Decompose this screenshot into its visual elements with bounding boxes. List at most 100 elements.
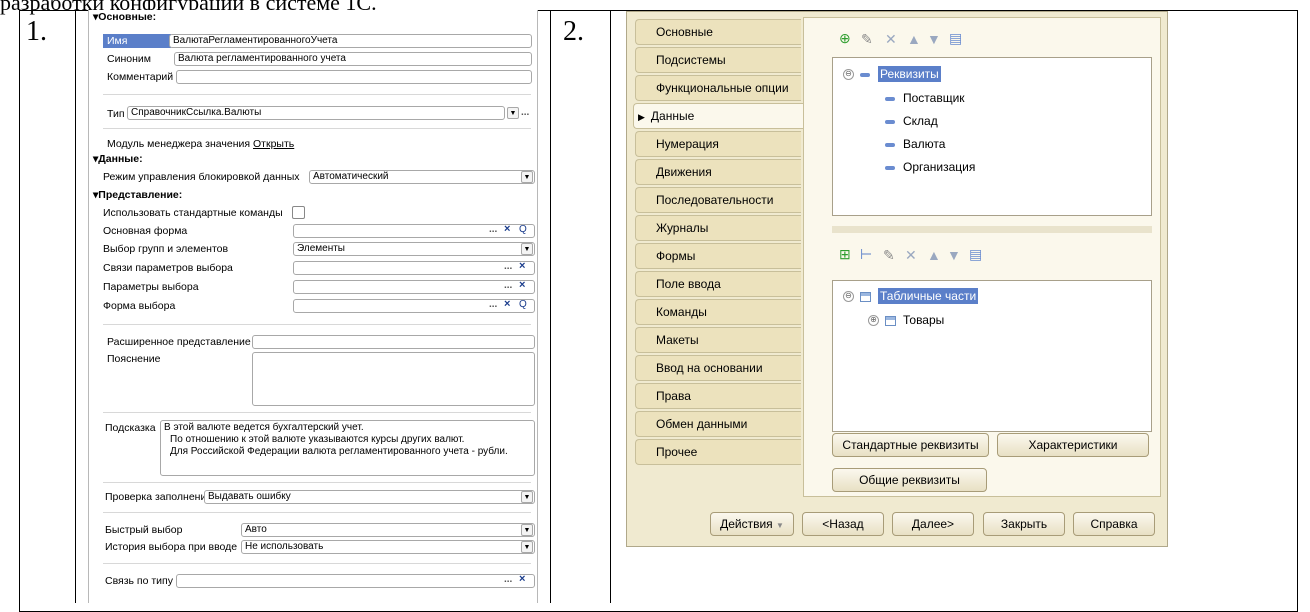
type-dropdown-button[interactable]: ▼ (507, 107, 519, 119)
hint-field[interactable]: В этой валюте ведется бухгалтерский учет… (160, 420, 535, 476)
move-up-icon[interactable]: ▲ (907, 31, 921, 47)
tab-forms[interactable]: Формы (635, 243, 801, 269)
tab-sequences[interactable]: Последовательности (635, 187, 801, 213)
next-button[interactable]: Далее> (892, 512, 974, 536)
delete-icon[interactable]: ✕ (905, 247, 917, 264)
main-form-clear-icon[interactable]: × (504, 223, 510, 235)
attributes-root[interactable]: ⊖ Реквизиты (843, 66, 941, 82)
edit-icon[interactable]: ✎ (861, 31, 873, 48)
tab-data[interactable]: ▶ Данные (633, 103, 803, 129)
actions-button[interactable]: Действия ▼ (710, 512, 794, 536)
std-commands-checkbox[interactable] (292, 206, 305, 219)
link-type-clear-icon[interactable]: × (519, 573, 525, 585)
splitter[interactable] (832, 226, 1152, 233)
hint-line: Для Российской Федерации валюта регламен… (170, 446, 508, 457)
tab-numbering[interactable]: Нумерация (635, 131, 801, 157)
link-type-field[interactable] (176, 574, 535, 588)
lock-mode-dropdown-button[interactable]: ▼ (521, 171, 533, 183)
name-field[interactable]: ВалютаРегламентированногоУчета (169, 34, 532, 48)
back-button[interactable]: <Назад (802, 512, 884, 536)
tab-functional-options[interactable]: Функциональные опции (635, 75, 801, 101)
attribute-item[interactable]: Организация (885, 160, 975, 174)
expand-icon[interactable]: ⊕ (868, 315, 879, 327)
quick-choice-field[interactable]: Авто (241, 523, 535, 537)
choice-links-clear-icon[interactable]: × (519, 260, 525, 272)
tab-subsystems[interactable]: Подсистемы (635, 47, 801, 73)
main-form-field[interactable] (293, 224, 535, 238)
link-type-select-button[interactable]: ... (504, 574, 512, 585)
tab-rights[interactable]: Права (635, 383, 801, 409)
group-choice-field[interactable]: Элементы (293, 242, 535, 256)
tab-input-basis[interactable]: Ввод на основании (635, 355, 801, 381)
choice-form-open-icon[interactable]: Q (519, 299, 527, 310)
tabular-parts-root-label: Табличные части (878, 288, 979, 304)
choice-links-select-button[interactable]: ... (504, 261, 512, 272)
move-down-icon[interactable]: ▼ (947, 247, 961, 263)
tab-templates[interactable]: Макеты (635, 327, 801, 353)
fill-check-field[interactable]: Выдавать ошибку (204, 490, 535, 504)
add-column-icon[interactable]: ⊢ (860, 246, 872, 263)
characteristics-button[interactable]: Характеристики (997, 433, 1149, 457)
attribute-item[interactable]: Валюта (885, 137, 945, 151)
tab-commands[interactable]: Команды (635, 299, 801, 325)
choice-form-select-button[interactable]: ... (489, 299, 497, 310)
comment-field[interactable] (176, 70, 532, 84)
attribute-item[interactable]: Склад (885, 114, 938, 128)
choice-params-field[interactable] (293, 280, 535, 294)
tab-input-field[interactable]: Поле ввода (635, 271, 801, 297)
group-choice-label: Выбор групп и элементов (103, 243, 229, 255)
delete-icon[interactable]: ✕ (885, 31, 897, 48)
synonym-label: Синоним (107, 53, 151, 65)
tab-basic[interactable]: Основные (635, 19, 801, 45)
history-field[interactable]: Не использовать (241, 540, 535, 554)
tabular-parts-tree[interactable]: ⊖ Табличные части ⊕ Товары (832, 280, 1152, 432)
choice-params-clear-icon[interactable]: × (519, 279, 525, 291)
collapse-icon[interactable]: ⊖ (843, 291, 854, 303)
section-basic[interactable]: ▾Основные: (93, 11, 156, 23)
edit-icon[interactable]: ✎ (883, 247, 895, 264)
std-commands-label: Использовать стандартные команды (103, 207, 283, 219)
choice-form-field[interactable] (293, 299, 535, 313)
group-choice-dropdown-button[interactable]: ▼ (521, 243, 533, 255)
common-attributes-button[interactable]: Общие реквизиты (832, 468, 987, 492)
choice-links-field[interactable] (293, 261, 535, 275)
sort-icon[interactable]: ▤ (969, 246, 982, 263)
tab-other[interactable]: Прочее (635, 439, 801, 465)
attributes-tree[interactable]: ⊖ Реквизиты Поставщик Склад Валюта Органи… (832, 57, 1152, 216)
section-data[interactable]: ▾Данные: (93, 153, 143, 165)
main-form-select-button[interactable]: ... (489, 224, 497, 235)
attribute-item[interactable]: Поставщик (885, 91, 965, 105)
add-table-icon[interactable]: ⊞ (839, 246, 851, 263)
fill-check-dropdown-button[interactable]: ▼ (521, 491, 533, 503)
ext-view-field[interactable] (252, 335, 535, 349)
tabular-parts-root[interactable]: ⊖ Табличные части (843, 288, 979, 304)
add-icon[interactable]: ⊕ (839, 30, 851, 47)
quick-choice-dropdown-button[interactable]: ▼ (521, 524, 533, 536)
type-select-button[interactable]: ... (521, 107, 529, 118)
tab-movements[interactable]: Движения (635, 159, 801, 185)
type-label: Тип (107, 108, 125, 120)
type-field[interactable]: СправочникСсылка.Валюты (127, 106, 505, 120)
tab-journals[interactable]: Журналы (635, 215, 801, 241)
section-view[interactable]: ▾Представление: (93, 189, 182, 201)
tabular-part-item[interactable]: ⊕ Товары (868, 313, 944, 327)
collapse-icon[interactable]: ⊖ (843, 69, 854, 81)
choice-params-select-button[interactable]: ... (504, 280, 512, 291)
quick-choice-label: Быстрый выбор (105, 524, 183, 536)
main-form-open-icon[interactable]: Q (519, 224, 527, 235)
open-module-link[interactable]: Открыть (253, 138, 294, 150)
lock-mode-field[interactable]: Автоматический (309, 170, 535, 184)
history-dropdown-button[interactable]: ▼ (521, 541, 533, 553)
attribute-icon (885, 142, 895, 147)
close-button[interactable]: Закрыть (983, 512, 1065, 536)
tab-data-exchange[interactable]: Обмен данными (635, 411, 801, 437)
synonym-field[interactable]: Валюта регламентированного учета (174, 52, 532, 66)
help-button[interactable]: Справка (1073, 512, 1155, 536)
explanation-field[interactable] (252, 352, 535, 406)
section-basic-label: Основные: (98, 11, 157, 23)
move-down-icon[interactable]: ▼ (927, 31, 941, 47)
standard-attributes-button[interactable]: Стандартные реквизиты (832, 433, 989, 457)
sort-icon[interactable]: ▤ (949, 30, 962, 47)
move-up-icon[interactable]: ▲ (927, 247, 941, 263)
choice-form-clear-icon[interactable]: × (504, 298, 510, 310)
